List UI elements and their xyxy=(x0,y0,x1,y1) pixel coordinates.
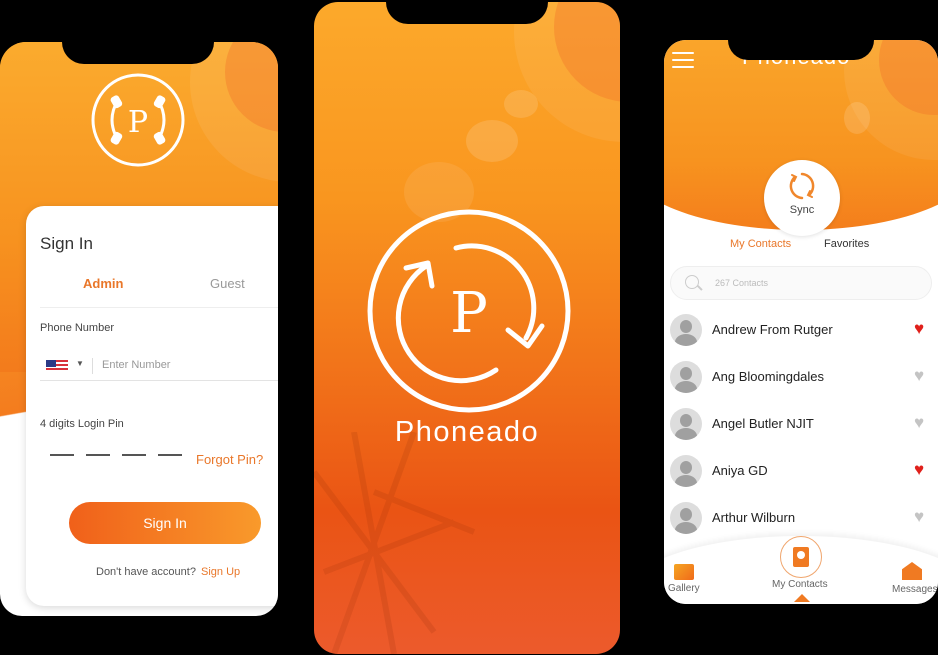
contact-list-item[interactable]: Arthur Wilburn ♥ xyxy=(670,498,938,538)
contact-name: Andrew From Rutger xyxy=(712,322,833,337)
search-icon xyxy=(685,275,699,289)
phone-notch xyxy=(728,40,874,60)
chevron-down-icon[interactable]: ▼ xyxy=(76,359,84,368)
user-type-tabs: Admin Guest xyxy=(40,276,278,308)
contact-list-item[interactable]: Andrew From Rutger ♥ xyxy=(670,310,938,350)
nav-messages[interactable]: Messages xyxy=(892,584,938,595)
pin-digit-1[interactable] xyxy=(50,454,74,456)
signin-title: Sign In xyxy=(40,234,93,253)
favorite-heart-icon[interactable]: ♥ xyxy=(914,320,924,337)
divider xyxy=(92,358,93,374)
phoneado-sync-logo-icon: P xyxy=(367,209,571,413)
contacts-book-icon xyxy=(793,547,809,567)
tab-favorites[interactable]: Favorites xyxy=(824,238,869,250)
search-placeholder: 267 Contacts xyxy=(715,278,769,288)
signin-card: Sign In Admin Guest Phone Number ▼ Enter… xyxy=(26,206,278,606)
phone-number-field[interactable]: ▼ Enter Number xyxy=(40,351,278,381)
nav-my-contacts[interactable]: My Contacts xyxy=(772,579,828,590)
decorative-pattern xyxy=(314,432,476,654)
signin-phone-screen: P Sign In Admin Guest Phone Number ▼ Ent… xyxy=(0,42,278,616)
contact-list-item[interactable]: Aniya GD ♥ xyxy=(670,451,938,491)
phone-notch xyxy=(62,42,214,64)
us-flag-icon[interactable] xyxy=(46,360,68,372)
avatar xyxy=(670,502,702,534)
contact-name: Aniya GD xyxy=(712,463,768,478)
contacts-search-input[interactable]: 267 Contacts xyxy=(670,266,932,300)
phoneado-call-logo-icon: P xyxy=(91,73,185,167)
nav-my-contacts-button[interactable] xyxy=(780,536,822,578)
tab-guest[interactable]: Guest xyxy=(210,276,245,291)
sync-icon xyxy=(789,172,815,200)
tab-admin[interactable]: Admin xyxy=(83,276,123,291)
phone-number-input[interactable]: Enter Number xyxy=(102,359,170,371)
contact-list-item[interactable]: Angel Butler NJIT ♥ xyxy=(670,404,938,444)
contacts-phone-screen: Phoneado Sync My Contacts Favorites 267 … xyxy=(664,40,938,604)
favorite-heart-icon[interactable]: ♥ xyxy=(914,508,924,525)
pin-label: 4 digits Login Pin xyxy=(40,418,124,430)
hamburger-menu-icon[interactable] xyxy=(672,52,694,73)
contact-list-item[interactable]: Ang Bloomingdales ♥ xyxy=(670,357,938,397)
favorite-heart-icon[interactable]: ♥ xyxy=(914,414,924,431)
avatar xyxy=(670,455,702,487)
splash-phone-screen: P Phoneado xyxy=(314,2,620,654)
no-account-text: Don't have account? xyxy=(96,566,196,578)
pin-digit-4[interactable] xyxy=(158,454,182,456)
gallery-icon[interactable] xyxy=(674,564,694,580)
tab-my-contacts[interactable]: My Contacts xyxy=(730,238,791,250)
pin-digit-3[interactable] xyxy=(122,454,146,456)
sync-label: Sync xyxy=(789,204,815,216)
svg-text:P: P xyxy=(128,105,148,140)
svg-text:P: P xyxy=(450,281,488,346)
pin-digit-2[interactable] xyxy=(86,454,110,456)
phone-notch xyxy=(386,2,548,24)
sign-in-button[interactable]: Sign In xyxy=(69,502,261,544)
avatar xyxy=(670,361,702,393)
nav-gallery[interactable]: Gallery xyxy=(668,583,700,594)
contact-name: Ang Bloomingdales xyxy=(712,369,825,384)
forgot-pin-link[interactable]: Forgot Pin? xyxy=(196,452,263,467)
bokeh-circle xyxy=(504,90,538,118)
favorite-heart-icon[interactable]: ♥ xyxy=(914,367,924,384)
contact-name: Angel Butler NJIT xyxy=(712,416,814,431)
favorite-heart-icon[interactable]: ♥ xyxy=(914,461,924,478)
avatar xyxy=(670,314,702,346)
bokeh-circle xyxy=(466,120,518,162)
active-indicator-icon xyxy=(794,594,810,602)
avatar xyxy=(670,408,702,440)
bokeh-circle xyxy=(844,102,870,134)
contact-name: Arthur Wilburn xyxy=(712,510,796,525)
phone-number-label: Phone Number xyxy=(40,322,114,334)
sign-up-link[interactable]: Sign Up xyxy=(201,566,240,578)
sync-button[interactable]: Sync xyxy=(764,160,840,236)
